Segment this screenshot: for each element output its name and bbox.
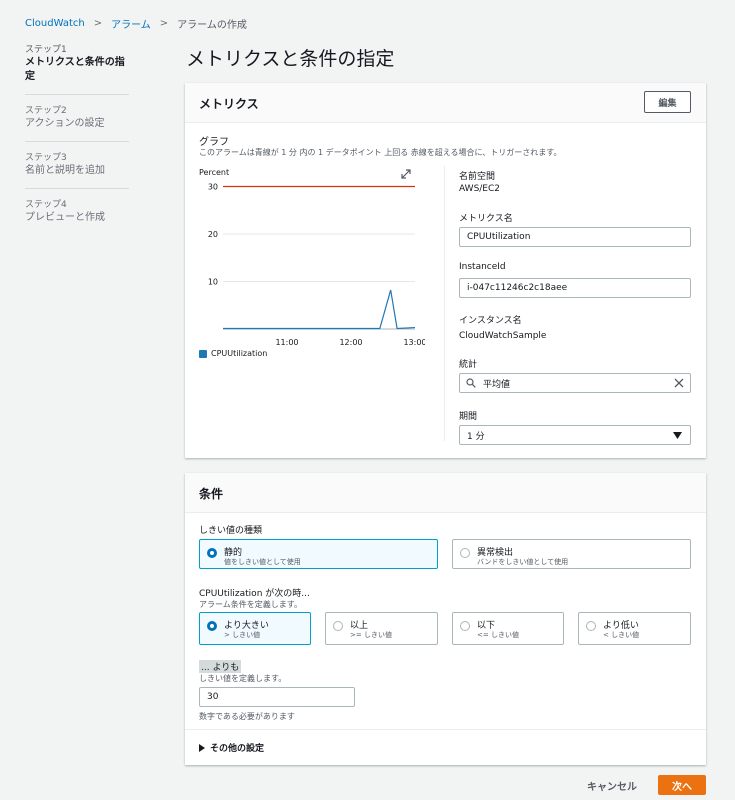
chart-y-tick-label: 10 bbox=[208, 278, 218, 287]
instance-id-field[interactable]: i-047c11246c2c18aee bbox=[459, 278, 691, 298]
radio-description: 値をしきい値として使用 bbox=[224, 558, 301, 566]
step-2: ステップ2 アクションの設定 bbox=[25, 105, 129, 142]
page-title: メトリクスと条件の指定 bbox=[186, 48, 395, 70]
chart-legend: CPUUtilization bbox=[199, 349, 267, 358]
metrics-panel-header: メトリクス 編集 bbox=[185, 83, 706, 123]
chart-y-tick-label: 30 bbox=[208, 183, 218, 192]
chart-y-ticks: 10 20 30 bbox=[208, 183, 218, 287]
instance-name-value: CloudWatchSample bbox=[459, 331, 547, 341]
breadcrumb-current: アラームの作成 bbox=[177, 20, 247, 31]
conditions-panel-title: 条件 bbox=[199, 487, 224, 501]
when-label: CPUUtilization が次の時... bbox=[199, 589, 310, 599]
radio-description: <= しきい値 bbox=[477, 631, 519, 639]
radio-button bbox=[460, 548, 470, 558]
radio-description: < しきい値 bbox=[603, 631, 640, 639]
expand-icon[interactable] bbox=[401, 169, 411, 179]
step-4: ステップ4 プレビューと作成 bbox=[25, 199, 129, 235]
chart-x-ticks: 11:00 12:00 13:00 bbox=[275, 338, 425, 347]
threshold-type-anomaly[interactable]: 異常検出 バンドをしきい値として使用 bbox=[452, 539, 691, 569]
conditions-panel-header: 条件 bbox=[185, 473, 706, 513]
operator-greater[interactable]: より大きい > しきい値 bbox=[199, 612, 311, 645]
breadcrumb-cloudwatch[interactable]: CloudWatch bbox=[25, 18, 85, 29]
step-1: ステップ1 メトリクスと条件の指定 bbox=[25, 44, 129, 95]
chart-y-tick-label: 20 bbox=[208, 230, 218, 239]
instance-id-label: InstanceId bbox=[459, 262, 506, 272]
threshold-value-input[interactable]: 30 bbox=[199, 687, 355, 707]
radio-button bbox=[207, 621, 217, 631]
edit-button[interactable]: 編集 bbox=[644, 91, 691, 113]
vertical-divider bbox=[444, 166, 445, 441]
statistic-label: 統計 bbox=[459, 360, 478, 370]
clear-icon[interactable] bbox=[674, 378, 684, 388]
chart-unit-label: Percent bbox=[199, 168, 229, 177]
threshold-type-label: しきい値の種類 bbox=[199, 526, 263, 536]
step-3: ステップ3 名前と説明を追加 bbox=[25, 152, 129, 189]
step-name: 名前と説明を追加 bbox=[25, 165, 105, 176]
cancel-button[interactable]: キャンセル bbox=[578, 775, 646, 795]
threshold-type-static[interactable]: 静的 値をしきい値として使用 bbox=[199, 539, 438, 569]
metrics-panel: メトリクス 編集 グラフ このアラームは青線が 1 分 内の 1 データポイント… bbox=[185, 83, 706, 458]
caret-right-icon bbox=[199, 743, 205, 752]
than-label: ... よりも bbox=[199, 660, 242, 673]
other-settings-label: その他の設定 bbox=[210, 744, 265, 754]
instance-name-label: インスタンス名 bbox=[459, 316, 522, 326]
operator-less-equal[interactable]: 以下 <= しきい値 bbox=[452, 612, 564, 645]
radio-button bbox=[460, 621, 470, 631]
radio-description: >= しきい値 bbox=[350, 631, 392, 639]
chevron-right-icon: > bbox=[93, 18, 103, 29]
operator-less[interactable]: より低い < しきい値 bbox=[578, 612, 691, 645]
namespace-value: AWS/EC2 bbox=[459, 184, 501, 194]
period-value: 1 分 bbox=[467, 431, 485, 442]
step-name: アクションの設定 bbox=[25, 118, 105, 129]
metric-name-label: メトリクス名 bbox=[459, 214, 513, 224]
next-button[interactable]: 次へ bbox=[658, 775, 706, 795]
radio-description: バンドをしきい値として使用 bbox=[477, 558, 569, 566]
breadcrumb: CloudWatch > アラーム > アラームの作成 bbox=[25, 16, 247, 31]
wizard-steps: ステップ1 メトリクスと条件の指定 ステップ2 アクションの設定 ステップ3 名… bbox=[25, 44, 129, 245]
metrics-panel-title: メトリクス bbox=[199, 97, 259, 111]
chart-series-line bbox=[223, 289, 416, 330]
than-description: しきい値を定義します。 bbox=[199, 674, 287, 683]
breadcrumb-alarms[interactable]: アラーム bbox=[111, 16, 151, 31]
conditions-panel: 条件 しきい値の種類 静的 値をしきい値として使用 異常検出 バンドをしきい値と… bbox=[185, 473, 706, 765]
operator-greater-equal[interactable]: 以上 >= しきい値 bbox=[325, 612, 438, 645]
radio-button bbox=[333, 621, 343, 631]
metric-name-field[interactable]: CPUUtilization bbox=[459, 227, 691, 247]
graph-label: グラフ bbox=[199, 137, 229, 148]
legend-swatch bbox=[199, 349, 207, 358]
radio-button bbox=[586, 621, 596, 631]
step-number: ステップ4 bbox=[25, 200, 67, 210]
period-label: 期間 bbox=[459, 412, 478, 422]
step-name: プレビューと作成 bbox=[25, 212, 105, 223]
radio-button bbox=[207, 548, 217, 558]
radio-description: > しきい値 bbox=[224, 631, 261, 639]
chevron-right-icon: > bbox=[159, 18, 169, 29]
caret-down-icon bbox=[673, 432, 682, 439]
chart-x-tick-label: 11:00 bbox=[275, 338, 298, 347]
other-settings-toggle[interactable]: その他の設定 bbox=[199, 741, 264, 754]
divider bbox=[185, 729, 706, 730]
step-number: ステップ3 bbox=[25, 153, 67, 163]
chart-x-tick-label: 13:00 bbox=[403, 338, 425, 347]
step-name: メトリクスと条件の指定 bbox=[25, 57, 125, 82]
namespace-label: 名前空間 bbox=[459, 172, 496, 182]
step-number: ステップ2 bbox=[25, 106, 67, 116]
search-icon bbox=[466, 378, 476, 388]
statistic-search[interactable]: 平均値 bbox=[459, 373, 691, 393]
threshold-hint: 数字である必要があります bbox=[199, 712, 295, 721]
graph-description: このアラームは青線が 1 分 内の 1 データポイント 上回る 赤線を超える場合… bbox=[199, 148, 562, 157]
legend-label: CPUUtilization bbox=[211, 349, 268, 358]
statistic-value: 平均値 bbox=[483, 379, 511, 390]
metric-chart: Percent 10 20 30 11:00 12:00 13:00 bbox=[199, 168, 425, 347]
step-number: ステップ1 bbox=[25, 45, 67, 55]
when-description: アラーム条件を定義します。 bbox=[199, 600, 302, 609]
period-select[interactable]: 1 分 bbox=[459, 425, 691, 445]
chart-x-tick-label: 12:00 bbox=[339, 338, 362, 347]
